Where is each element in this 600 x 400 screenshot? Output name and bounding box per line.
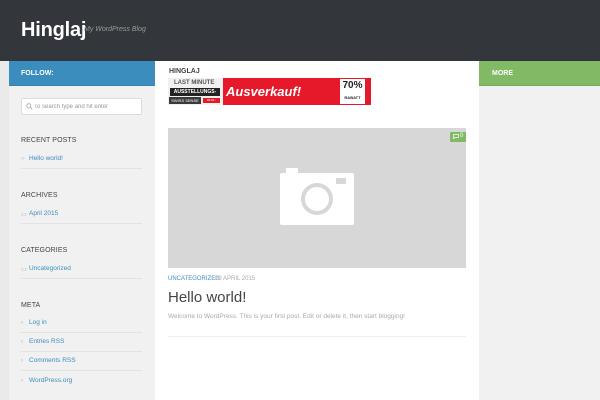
recent-posts-title: RECENT POSTS — [21, 137, 77, 144]
ad-date: ##.##.-##.##. — [203, 98, 220, 105]
post-title[interactable]: Hello world! — [168, 289, 246, 306]
section-label: HINGLAJ — [169, 68, 200, 75]
folder-icon: ▭ — [21, 212, 27, 218]
chevron-right-icon: › — [21, 358, 23, 364]
search-box[interactable] — [21, 98, 142, 115]
post-thumbnail[interactable] — [168, 128, 466, 268]
meta-title: META — [21, 302, 41, 309]
meta-link-comments-rss[interactable]: Comments RSS — [29, 357, 76, 364]
ad-ausstellungs: AUSSTELLUNGS- — [170, 88, 220, 96]
archive-link[interactable]: April 2015 — [29, 210, 58, 217]
ad-percent: 70% — [342, 80, 363, 91]
more-bar: MORE — [479, 61, 600, 86]
site-header: Hinglaj My WordPress Blog — [0, 0, 600, 61]
recent-post-link[interactable]: Hello world! — [29, 155, 63, 162]
ad-left-panel: LAST MINUTE AUSSTELLUNGS- SWISS SENSE ##… — [168, 78, 223, 105]
divider — [168, 336, 466, 337]
follow-bar: FOLLOW: — [9, 61, 155, 86]
meta-link-wordpress-org[interactable]: WordPress.org — [29, 377, 72, 384]
sidebar-right — [479, 61, 600, 400]
chevron-right-icon: › — [21, 320, 23, 326]
camera-icon — [280, 168, 354, 225]
bullet-icon: ○ — [21, 156, 25, 162]
category-item[interactable]: ▭ Uncategorized — [21, 260, 142, 279]
ad-headline: Ausverkauf! — [226, 84, 302, 99]
comment-icon — [453, 134, 459, 139]
follow-label: FOLLOW: — [21, 70, 54, 77]
search-icon — [26, 103, 33, 110]
meta-item[interactable]: › Entries RSS — [21, 333, 142, 352]
recent-post-item[interactable]: ○ Hello world! — [21, 150, 142, 169]
comment-count: 0 — [460, 133, 464, 139]
comment-count-badge[interactable]: 0 — [450, 132, 466, 142]
category-link[interactable]: Uncategorized — [29, 265, 71, 272]
site-title[interactable]: Hinglaj — [21, 19, 86, 42]
post-excerpt: Welcome to WordPress. This is your first… — [168, 313, 405, 320]
ad-discount-badge: 70% RABATT — [340, 79, 365, 104]
advertisement-banner[interactable]: LAST MINUTE AUSSTELLUNGS- SWISS SENSE ##… — [168, 78, 371, 105]
site-description: My WordPress Blog — [84, 26, 146, 33]
post-category[interactable]: UNCATEGORIZED — [168, 276, 220, 282]
ad-brand: SWISS SENSE — [169, 97, 201, 104]
meta-item[interactable]: › WordPress.org — [21, 372, 142, 391]
ad-rabatt: RABATT — [344, 95, 361, 100]
meta-link-entries-rss[interactable]: Entries RSS — [29, 338, 64, 345]
folder-icon: ▭ — [21, 267, 27, 273]
chevron-right-icon: › — [21, 378, 23, 384]
post-date: 29 APRIL 2015 — [215, 276, 256, 282]
meta-link-login[interactable]: Log in — [29, 319, 47, 326]
ad-last-minute: LAST MINUTE — [174, 80, 215, 86]
meta-item[interactable]: › Comments RSS — [21, 352, 142, 371]
archives-title: ARCHIVES — [21, 192, 58, 199]
search-input[interactable] — [34, 101, 138, 112]
categories-title: CATEGORIES — [21, 247, 68, 254]
chevron-right-icon: › — [21, 339, 23, 345]
archive-item[interactable]: ▭ April 2015 — [21, 205, 142, 224]
more-label: MORE — [492, 70, 513, 77]
meta-item[interactable]: › Log in — [21, 314, 142, 333]
